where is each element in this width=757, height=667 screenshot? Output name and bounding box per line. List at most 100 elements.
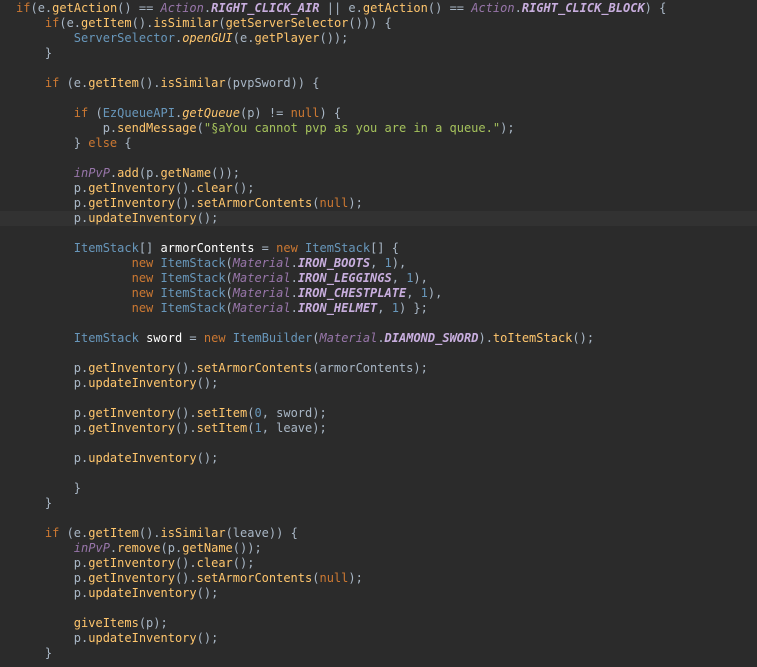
code-line[interactable] — [0, 436, 757, 451]
code-line[interactable]: p.getInventory().setItem(1, leave); — [0, 421, 757, 436]
code-token: null — [319, 571, 349, 585]
code-line[interactable]: } — [0, 646, 757, 661]
code-token: clear — [196, 556, 233, 570]
code-line[interactable]: p.updateInventory(); — [0, 586, 757, 601]
code-token: . — [514, 1, 522, 15]
code-token: getInventory — [88, 181, 175, 195]
code-area[interactable]: if(e.getAction() == Action.RIGHT_CLICK_A… — [0, 0, 757, 661]
code-token: remove — [117, 541, 161, 555]
code-line[interactable]: p.updateInventory(); — [0, 376, 757, 391]
code-token: , — [406, 286, 421, 300]
code-token: IRON_BOOTS — [297, 256, 371, 270]
code-token: clear — [196, 181, 233, 195]
code-token: 0 — [254, 406, 262, 420]
code-line[interactable] — [0, 316, 757, 331]
code-token: giveItems — [73, 616, 139, 630]
code-line[interactable]: ServerSelector.openGUI(e.getPlayer()); — [0, 31, 757, 46]
code-line[interactable] — [0, 151, 757, 166]
code-token: ()); — [232, 541, 262, 555]
code-token: IRON_CHESTPLATE — [297, 286, 407, 300]
code-line[interactable]: p.sendMessage("§aYou cannot pvp as you a… — [0, 121, 757, 136]
code-token: updateInventory — [88, 631, 197, 645]
code-token: setArmorContents — [196, 361, 313, 375]
code-line[interactable]: if(e.getItem().isSimilar(getServerSelect… — [0, 16, 757, 31]
code-token: IRON_HELMET — [297, 301, 378, 315]
code-line[interactable]: p.updateInventory(); — [0, 451, 757, 466]
code-token: sendMessage — [117, 121, 197, 135]
code-line[interactable]: new ItemStack(Material.IRON_LEGGINGS, 1)… — [0, 271, 757, 286]
code-token: if — [73, 106, 89, 120]
code-line[interactable]: if (e.getItem().isSimilar(pvpSword)) { — [0, 76, 757, 91]
code-token: getQueue — [182, 106, 240, 120]
code-line[interactable]: giveItems(p); — [0, 616, 757, 631]
code-token: p. — [73, 361, 89, 375]
code-token: DIAMOND_SWORD — [384, 331, 479, 345]
code-line[interactable]: p.getInventory().setArmorContents(armorC… — [0, 361, 757, 376]
code-line[interactable] — [0, 91, 757, 106]
code-line[interactable] — [0, 346, 757, 361]
code-token: = — [254, 241, 277, 255]
code-line[interactable]: if(e.getAction() == Action.RIGHT_CLICK_A… — [0, 1, 757, 16]
code-line[interactable]: inPvP.remove(p.getName()); — [0, 541, 757, 556]
code-line[interactable] — [0, 226, 757, 241]
code-token: getPlayer — [254, 31, 320, 45]
code-line[interactable]: p.getInventory().setItem(0, sword); — [0, 406, 757, 421]
code-token: getInventory — [88, 361, 175, 375]
code-token: Action — [160, 1, 204, 15]
code-token: getItem — [88, 526, 139, 540]
code-line[interactable]: } else { — [0, 136, 757, 151]
code-line[interactable]: new ItemStack(Material.IRON_CHESTPLATE, … — [0, 286, 757, 301]
code-token: inPvP — [73, 166, 110, 180]
code-token: ( — [225, 286, 233, 300]
code-line[interactable]: inPvP.add(p.getName()); — [0, 166, 757, 181]
code-line[interactable]: p.getInventory().clear(); — [0, 181, 757, 196]
code-line[interactable]: p.updateInventory(); — [0, 211, 757, 226]
code-token: Material — [319, 331, 378, 345]
code-token: ( — [88, 106, 103, 120]
code-token: (p. — [160, 541, 183, 555]
code-line[interactable]: } — [0, 496, 757, 511]
code-token: p. — [73, 556, 89, 570]
code-token: p. — [73, 196, 89, 210]
code-line[interactable]: ItemStack[] armorContents = new ItemStac… — [0, 241, 757, 256]
code-token: setItem — [196, 421, 248, 435]
code-token: (e. — [232, 31, 255, 45]
code-line[interactable]: new ItemStack(Material.IRON_BOOTS, 1), — [0, 256, 757, 271]
code-editor[interactable]: if(e.getAction() == Action.RIGHT_CLICK_A… — [0, 0, 757, 667]
code-line[interactable]: p.getInventory().setArmorContents(null); — [0, 196, 757, 211]
code-token: p. — [73, 376, 89, 390]
code-line[interactable]: p.getInventory().setArmorContents(null); — [0, 571, 757, 586]
code-line[interactable] — [0, 391, 757, 406]
code-token: if — [44, 76, 60, 90]
code-line[interactable]: ItemStack sword = new ItemBuilder(Materi… — [0, 331, 757, 346]
code-line[interactable] — [0, 601, 757, 616]
code-line[interactable]: p.getInventory().clear(); — [0, 556, 757, 571]
code-token: ( — [30, 1, 38, 15]
code-token: ), — [413, 271, 428, 285]
code-token: { — [117, 136, 132, 150]
code-line[interactable]: if (e.getItem().isSimilar(leave)) { — [0, 526, 757, 541]
code-line[interactable] — [0, 61, 757, 76]
code-token: isSimilar — [160, 76, 226, 90]
code-line[interactable]: if (EzQueueAPI.getQueue(p) != null) { — [0, 106, 757, 121]
code-token: (). — [174, 361, 197, 375]
code-token: p. — [73, 586, 89, 600]
code-line[interactable] — [0, 511, 757, 526]
code-token: (pvpSword)) { — [225, 76, 320, 90]
code-line[interactable] — [0, 466, 757, 481]
code-line[interactable]: } — [0, 481, 757, 496]
code-token: = — [182, 331, 204, 345]
code-line[interactable]: } — [0, 46, 757, 61]
code-line[interactable]: new ItemStack(Material.IRON_HELMET, 1) }… — [0, 301, 757, 316]
code-token: ( — [218, 16, 226, 30]
code-line[interactable]: p.updateInventory(); — [0, 631, 757, 646]
